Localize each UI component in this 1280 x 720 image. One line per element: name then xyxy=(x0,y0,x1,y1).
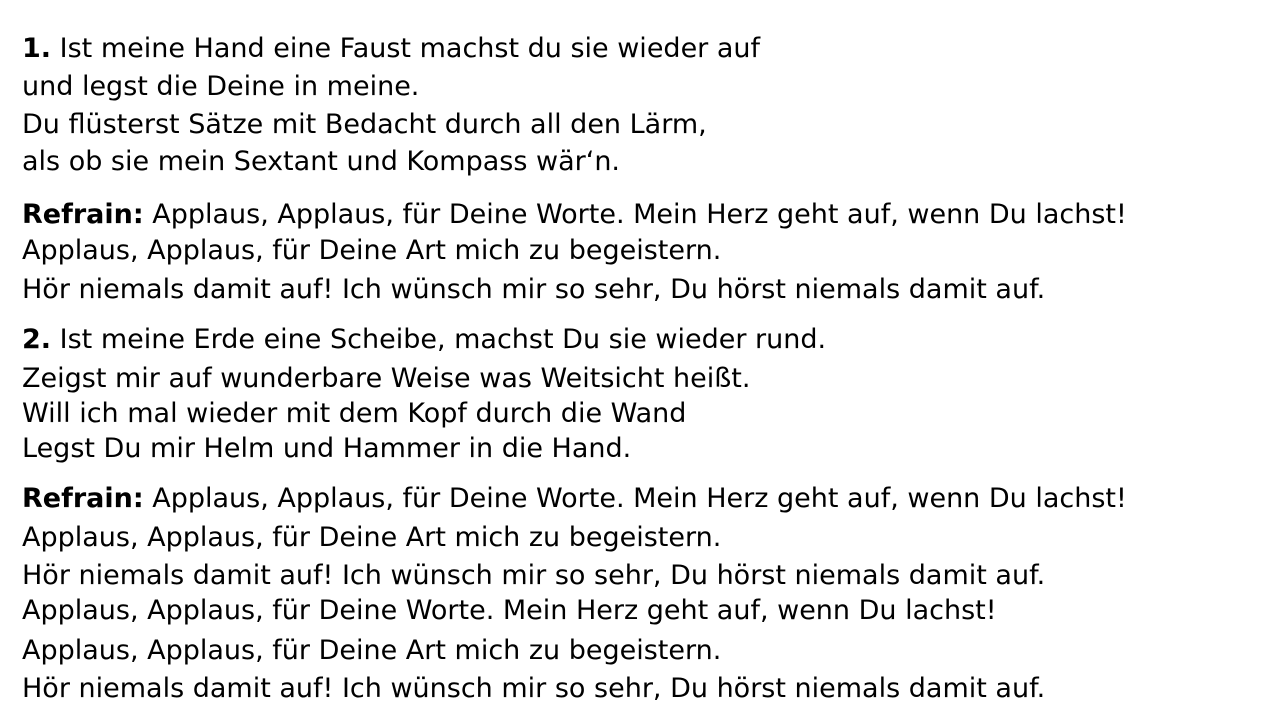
verse-1-number: 1. xyxy=(22,33,52,64)
refrain-1-line-2: Applaus, Applaus, für Deine Art mich zu … xyxy=(22,235,722,266)
verse-2-line-3: Will ich mal wieder mit dem Kopf durch d… xyxy=(22,398,687,429)
verse-1-line-4: als ob sie mein Sextant und Kompass wär‘… xyxy=(22,146,621,177)
refrain-2-line-6: Hör niemals damit auf! Ich wünsch mir so… xyxy=(22,673,1046,704)
verse-2-line-2: Zeigst mir auf wunderbare Weise was Weit… xyxy=(22,363,751,394)
refrain-2-line-1: Refrain: Applaus, Applaus, für Deine Wor… xyxy=(22,485,1127,512)
refrain-1-line-1-text: Applaus, Applaus, für Deine Worte. Mein … xyxy=(143,199,1127,230)
refrain-1-line-1: Refrain: Applaus, Applaus, für Deine Wor… xyxy=(22,201,1127,228)
refrain-2-line-3: Hör niemals damit auf! Ich wünsch mir so… xyxy=(22,560,1046,591)
verse-1-line-2: und legst die Deine in meine. xyxy=(22,71,420,102)
verse-2-line-1: 2. Ist meine Erde eine Scheibe, machst D… xyxy=(22,326,826,353)
verse-1-line-1: 1. Ist meine Hand eine Faust machst du s… xyxy=(22,35,760,62)
refrain-2-line-2: Applaus, Applaus, für Deine Art mich zu … xyxy=(22,522,722,553)
verse-2-line-1-text: Ist meine Erde eine Scheibe, machst Du s… xyxy=(51,324,827,355)
refrain-1-line-3: Hör niemals damit auf! Ich wünsch mir so… xyxy=(22,274,1046,305)
refrain-2-line-1-text: Applaus, Applaus, für Deine Worte. Mein … xyxy=(143,483,1127,514)
refrain-2-line-4: Applaus, Applaus, für Deine Worte. Mein … xyxy=(22,595,997,626)
verse-2-line-4: Legst Du mir Helm und Hammer in die Hand… xyxy=(22,433,632,464)
refrain-2-line-5: Applaus, Applaus, für Deine Art mich zu … xyxy=(22,635,722,666)
verse-2-number: 2. xyxy=(22,324,52,355)
verse-1-line-3: Du flüsterst Sätze mit Bedacht durch all… xyxy=(22,109,707,140)
verse-1-line-1-text: Ist meine Hand eine Faust machst du sie … xyxy=(51,33,761,64)
refrain-1-label: Refrain: xyxy=(22,199,144,230)
refrain-2-label: Refrain: xyxy=(22,483,144,514)
